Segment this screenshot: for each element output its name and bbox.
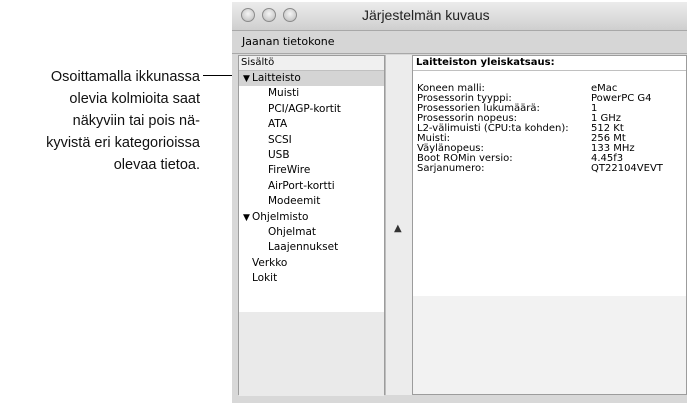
callout-line-3: näkyviin tai pois nä-	[72, 113, 200, 129]
tree-item-modeemit[interactable]: Modeemit	[239, 194, 384, 209]
triangle-down-icon[interactable]: ▼	[243, 72, 252, 87]
tree-item-ohjelmat[interactable]: Ohjelmat	[239, 225, 384, 240]
callout-line-5: olevaa tietoa.	[113, 157, 200, 173]
system-profiler-window: Järjestelmän kuvaus Jaanan tietokone Sis…	[232, 2, 687, 403]
contents-empty-area	[239, 312, 384, 396]
contents-pane[interactable]: Sisältö ▼ Laitteisto Muisti PCI/AGP-korti…	[238, 55, 385, 396]
close-button[interactable]	[241, 8, 255, 22]
tree-item-lokit[interactable]: Lokit	[239, 271, 384, 286]
zoom-button[interactable]	[283, 8, 297, 22]
tree-item-ata[interactable]: ATA	[239, 117, 384, 132]
caret-up-icon[interactable]: ▲	[394, 223, 402, 234]
callout-line-2: olevia kolmioita saat	[69, 91, 200, 107]
minimize-button[interactable]	[262, 8, 276, 22]
details-header: Laitteiston yleiskatsaus:	[413, 56, 686, 71]
triangle-down-icon[interactable]: ▼	[243, 211, 252, 226]
tree-item-scsi[interactable]: SCSI	[239, 133, 384, 148]
title-bar[interactable]: Järjestelmän kuvaus	[232, 2, 687, 31]
tree-item-muisti[interactable]: Muisti	[239, 86, 384, 101]
category-tree: ▼ Laitteisto Muisti PCI/AGP-kortit ATA SC…	[239, 71, 384, 286]
hardware-overview: Koneen malli: eMac Prosessorin tyyppi: Pow…	[417, 84, 663, 174]
details-empty-area	[413, 296, 686, 394]
detail-row: L2-välimuisti (CPU:ta kohden): 512 Kt	[417, 124, 663, 134]
tree-item-verkko[interactable]: Verkko	[239, 256, 384, 271]
pane-splitter[interactable]: ▲	[385, 55, 412, 395]
tree-item-laajennukset[interactable]: Laajennukset	[239, 240, 384, 255]
callout-line-1: Osoittamalla ikkunassa	[50, 69, 200, 85]
tree-item-ohjelmisto[interactable]: ▼ Ohjelmisto	[239, 210, 384, 225]
detail-row: Sarjanumero: QT22104VEVT	[417, 164, 663, 174]
contents-header: Sisältö	[239, 56, 384, 71]
callout-line-4: kyvistä eri kategorioissa	[46, 135, 200, 151]
tree-item-laitteisto[interactable]: ▼ Laitteisto	[239, 71, 384, 87]
computer-name-label: Jaanan tietokone	[242, 35, 335, 48]
tree-item-usb[interactable]: USB	[239, 148, 384, 163]
detail-value: PowerPC G4	[591, 93, 652, 104]
tree-item-airport[interactable]: AirPort-kortti	[239, 179, 384, 194]
window-title: Järjestelmän kuvaus	[362, 7, 490, 23]
callout-text: Osoittamalla ikkunassa olevia kolmioita …	[0, 66, 200, 176]
tree-item-firewire[interactable]: FireWire	[239, 163, 384, 178]
details-pane[interactable]: Laitteiston yleiskatsaus: Koneen malli: e…	[412, 55, 687, 395]
detail-key: Sarjanumero:	[417, 163, 485, 174]
toolbar: Jaanan tietokone	[232, 31, 687, 54]
detail-value: QT22104VEVT	[591, 163, 663, 174]
tree-item-pci-agp[interactable]: PCI/AGP-kortit	[239, 102, 384, 117]
